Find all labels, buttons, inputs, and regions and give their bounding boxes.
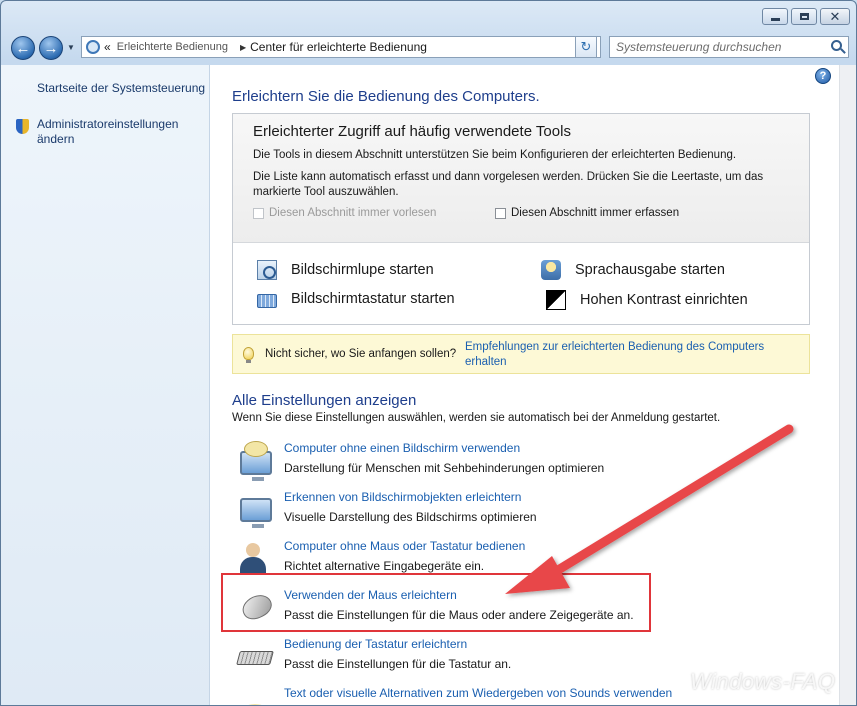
always-scan-label: Diesen Abschnitt immer erfassen [511,207,680,219]
monitor-icon [238,494,274,528]
setting-item-no-display[interactable]: Computer ohne einen Bildschirm verwenden… [238,441,738,485]
setting-description: Visuelle Darstellung des Bildschirms opt… [284,510,537,524]
speech-bubble-icon [244,441,268,457]
mouse-icon [238,590,276,624]
setting-description: Passt die Einstellungen für die Maus ode… [284,608,634,622]
always-read-checkbox[interactable]: Diesen Abschnitt immer vorlesen [253,207,436,219]
start-magnifier-label: Bildschirmlupe starten [291,262,434,278]
forward-button[interactable]: → [39,36,63,60]
page-title: Erleichtern Sie die Bedienung des Comput… [232,88,540,105]
setting-item-no-mouse-keyboard[interactable]: Computer ohne Maus oder Tastatur bediene… [238,539,738,583]
monitor-speech-icon [238,441,274,481]
setting-title[interactable]: Bedienung der Tastatur erleichtern [284,637,467,651]
tools-scan-description: Die Liste kann automatisch erfasst und d… [253,171,764,198]
setting-title[interactable]: Verwenden der Maus erleichtern [284,588,457,602]
tools-heading: Erleichterter Zugriff auf häufig verwend… [253,123,571,140]
start-narrator-link[interactable]: Sprachausgabe starten [541,260,725,280]
minimize-icon [770,17,780,21]
setting-description: Darstellung für Menschen mit Sehbehinder… [284,461,605,475]
section-title: Alle Einstellungen anzeigen [232,392,417,409]
section-description: Wenn Sie diese Einstellungen auswählen, … [232,412,721,424]
control-panel-icon [86,40,100,54]
setting-item-mouse[interactable]: Verwenden der Maus erleichtern Passt die… [238,588,738,632]
help-icon[interactable]: ? [815,68,831,84]
breadcrumb-separator-icon[interactable]: ▶ [240,43,246,52]
person-icon [238,543,274,575]
breadcrumb-item-ease-of-access[interactable]: Erleichterte Bedienung [117,41,228,53]
breadcrumb-overflow[interactable]: « [104,40,111,54]
always-scan-checkbox[interactable]: Diesen Abschnitt immer erfassen [495,207,679,219]
keyboard-icon [257,294,277,308]
search-input[interactable]: Systemsteuerung durchsuchen [609,36,849,58]
setting-item-easier-to-see[interactable]: Erkennen von Bildschirmobjekten erleicht… [238,490,738,534]
vertical-scrollbar[interactable] [839,65,856,705]
setting-title[interactable]: Computer ohne Maus oder Tastatur bediene… [284,539,525,553]
setting-title[interactable]: Computer ohne einen Bildschirm verwenden [284,441,520,455]
recommendations-hint: Nicht sicher, wo Sie anfangen sollen? Em… [232,334,810,374]
setting-title[interactable]: Erkennen von Bildschirmobjekten erleicht… [284,490,521,504]
lightbulb-icon [243,347,254,363]
checkbox-icon[interactable] [253,207,264,219]
minimize-button[interactable] [762,8,788,25]
breadcrumb-item-ease-of-access-center[interactable]: Center für erleichterte Bedienung [250,40,427,54]
quick-access-tools-panel: Erleichterter Zugriff auf häufig verwend… [232,113,810,325]
tools-header: Erleichterter Zugriff auf häufig verwend… [233,114,809,243]
maximize-button[interactable] [791,8,817,25]
recommendations-link[interactable]: Empfehlungen zur erleichterten Bedienung… [465,340,795,370]
sidebar-link-admin-settings[interactable]: Administratoreinstellungen ändern [37,117,197,147]
close-button[interactable]: ✕ [820,8,850,25]
speaker-icon [238,690,274,705]
tools-description: Die Tools in diesem Abschnitt unterstütz… [253,149,737,161]
person-head-icon [246,543,260,557]
watermark: Windows-FAQ [690,669,836,694]
set-up-high-contrast-link[interactable]: Hohen Kontrast einrichten [546,290,748,310]
address-bar[interactable]: « Erleichterte Bedienung ▶ Center für er… [81,36,601,58]
checkbox-icon[interactable] [495,207,506,219]
keyboard-icon [236,641,274,673]
monitor-screen-icon [240,498,272,528]
arrow-left-icon: ← [15,39,31,57]
setting-description: Richtet alternative Eingabegeräte ein. [284,559,485,573]
always-read-label: Diesen Abschnitt immer vorlesen [269,207,437,219]
setting-item-keyboard[interactable]: Bedienung der Tastatur erleichtern Passt… [236,637,738,681]
hint-text: Nicht sicher, wo Sie anfangen sollen? [265,348,457,360]
start-narrator-label: Sprachausgabe starten [575,262,725,278]
search-placeholder: Systemsteuerung durchsuchen [616,40,782,54]
search-icon[interactable] [831,40,842,51]
keyboard-shape-icon [236,651,274,665]
uac-shield-icon [16,119,29,134]
sidebar-link-control-panel-home[interactable]: Startseite der Systemsteuerung [37,81,205,95]
setting-item-sounds[interactable]: Text oder visuelle Alternativen zum Wied… [238,686,738,705]
close-icon: ✕ [829,9,841,24]
magnifier-icon [257,260,277,280]
person-body-icon [240,557,266,575]
narrator-icon [541,260,561,280]
mouse-shape-icon [238,590,276,624]
maximize-icon [799,13,809,20]
back-button[interactable]: ← [11,36,35,60]
start-magnifier-link[interactable]: Bildschirmlupe starten [257,260,434,280]
start-on-screen-keyboard-link[interactable]: Bildschirmtastatur starten [257,290,455,308]
high-contrast-label: Hohen Kontrast einrichten [580,292,748,308]
speaker-shape-icon [240,704,270,705]
arrow-right-icon: → [43,39,59,57]
navigation-bar: ← → ▼ « Erleichterte Bedienung ▶ Center … [1,31,856,65]
main-content: ? Erleichtern Sie die Bedienung des Comp… [210,65,856,705]
refresh-button[interactable]: ↻ [575,36,597,58]
window-controls: ✕ [759,8,850,25]
refresh-icon: ↻ [580,39,592,54]
setting-description: Passt die Einstellungen für die Tastatur… [284,657,512,671]
sidebar: Startseite der Systemsteuerung Administr… [1,65,210,705]
control-panel-window: ✕ ← → ▼ « Erleichterte Bedienung ▶ Cente… [0,0,857,706]
start-keyboard-label: Bildschirmtastatur starten [291,291,455,307]
high-contrast-icon [546,290,566,310]
recent-pages-dropdown[interactable]: ▼ [67,43,75,52]
setting-title[interactable]: Text oder visuelle Alternativen zum Wied… [284,686,672,700]
